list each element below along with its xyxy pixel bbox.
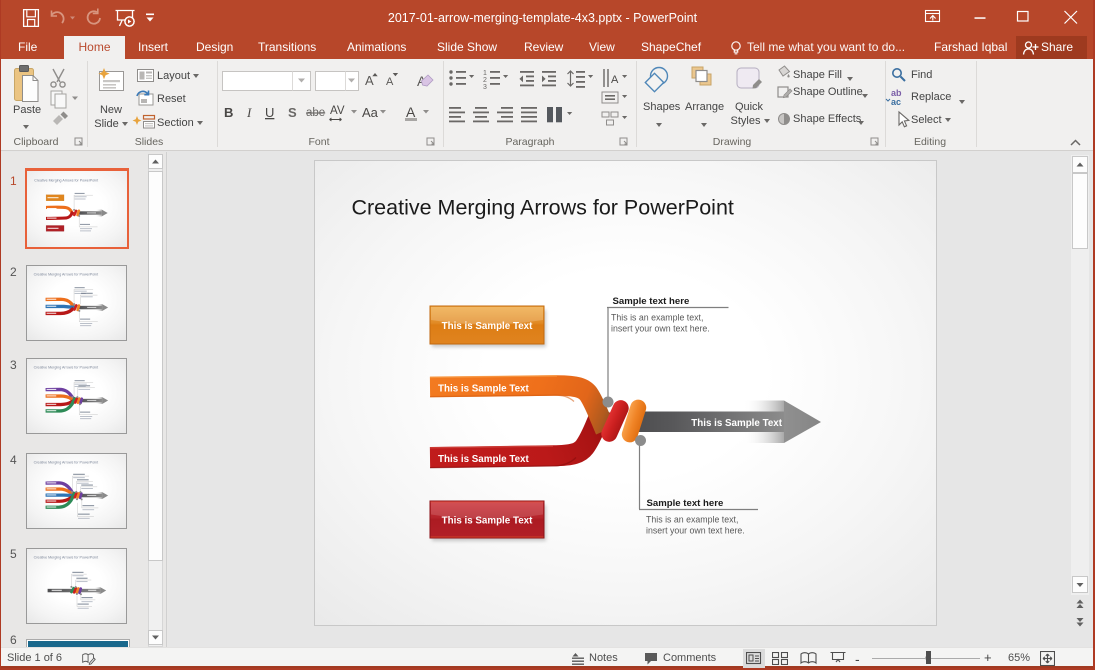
svg-text:This is Sample Text: This is Sample Text: [438, 384, 529, 395]
svg-text:Sample text here: Sample text here: [647, 498, 724, 509]
svg-text:This is an example text,: This is an example text,: [646, 515, 738, 525]
svg-text:This is Sample Text: This is Sample Text: [442, 321, 533, 332]
svg-text:Sample text here: Sample text here: [613, 296, 690, 307]
svg-text:This is Sample Text: This is Sample Text: [691, 418, 782, 429]
svg-text:This is Sample Text: This is Sample Text: [438, 454, 529, 465]
svg-text:Creative Merging Arrows for Po: Creative Merging Arrows for PowerPoint: [352, 196, 734, 220]
svg-text:This is an example text,: This is an example text,: [611, 313, 703, 323]
svg-text:insert your own text here.: insert your own text here.: [646, 526, 745, 536]
svg-text:insert your own text here.: insert your own text here.: [611, 324, 710, 334]
svg-text:This is Sample Text: This is Sample Text: [442, 516, 533, 527]
